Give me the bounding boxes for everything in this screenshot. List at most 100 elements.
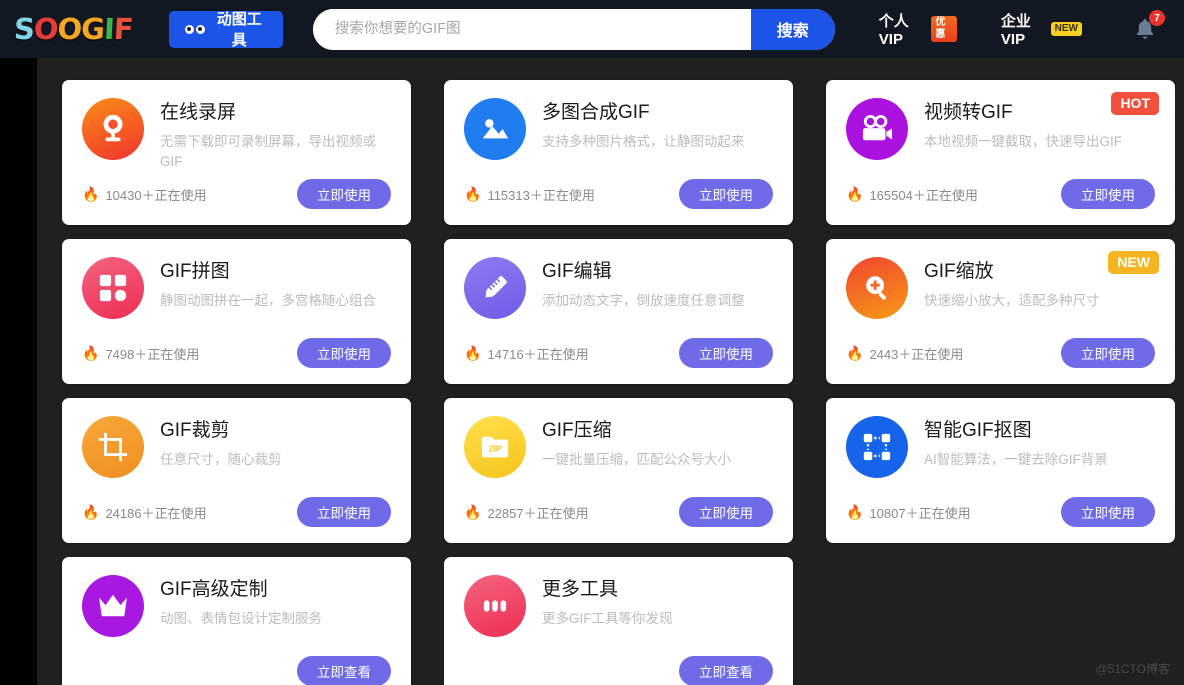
eyes-icon xyxy=(184,24,205,34)
use-now-button[interactable]: 立即使用 xyxy=(1061,497,1155,527)
tool-desc: 任意尺寸，随心裁剪 xyxy=(160,452,282,467)
tool-title: GIF高级定制 xyxy=(160,579,268,600)
tool-title: GIF拼图 xyxy=(160,261,230,282)
usage-count: 🔥 10807＋正在使用 xyxy=(846,503,971,522)
usage-text: 2443＋正在使用 xyxy=(869,346,964,362)
nav-enterprise-vip[interactable]: 企业VIP NEW xyxy=(1001,10,1082,48)
usage-text: 7498＋正在使用 xyxy=(105,346,200,362)
usage-count: 🔥 14716＋正在使用 xyxy=(464,344,589,363)
fire-icon: 🔥 xyxy=(464,345,482,361)
use-now-button[interactable]: 立即使用 xyxy=(679,179,773,209)
use-now-button[interactable]: 立即使用 xyxy=(679,497,773,527)
tool-card[interactable]: GIF拼图 静图动图拼在一起，多宫格随心组合 🔥 7498＋正在使用 立即使用 xyxy=(62,239,411,384)
logo-letter-2: O xyxy=(32,11,59,47)
tool-desc: 无需下载即可录制屏幕，导出视频或GIF xyxy=(160,134,376,169)
use-now-button[interactable]: 立即使用 xyxy=(1061,179,1155,209)
tool-desc: 支持多种图片格式，让静图动起来 xyxy=(542,134,745,149)
crown-icon xyxy=(82,575,144,637)
tool-card[interactable]: GIF裁剪 任意尺寸，随心裁剪 🔥 24186＋正在使用 立即使用 xyxy=(62,398,411,543)
tool-card[interactable]: ZIP GIF压缩 一键批量压缩，匹配公众号大小 🔥 22857＋正在使用 立即… xyxy=(444,398,793,543)
usage-text: 22857＋正在使用 xyxy=(487,505,589,521)
use-now-button[interactable]: 立即使用 xyxy=(297,497,391,527)
fire-icon: 🔥 xyxy=(846,186,864,202)
usage-count: 🔥 2443＋正在使用 xyxy=(846,344,963,363)
tool-title: 多图合成GIF xyxy=(542,102,650,123)
search-bar: 搜索 xyxy=(312,8,835,50)
header-nav-right: 个人VIP 优惠 企业VIP NEW 7 xyxy=(835,10,1184,48)
svg-text:ZIP: ZIP xyxy=(488,444,501,454)
view-now-button[interactable]: 立即查看 xyxy=(679,656,773,685)
use-now-button[interactable]: 立即使用 xyxy=(297,338,391,368)
crop-icon xyxy=(82,416,144,478)
fire-icon: 🔥 xyxy=(82,345,100,361)
tool-card[interactable]: 在线录屏 无需下载即可录制屏幕，导出视频或GIF 🔥 10430＋正在使用 立即… xyxy=(62,80,411,225)
logo-letter-4: G xyxy=(80,11,106,47)
logo-letter-1: S xyxy=(12,11,35,47)
search-input[interactable] xyxy=(312,8,751,50)
tool-desc: 更多GIF工具等你发现 xyxy=(542,611,673,626)
fire-icon: 🔥 xyxy=(846,504,864,520)
tool-card[interactable]: NEW GIF缩放 快速缩小放大，适配多种尺寸 🔥 2443＋正在使用 立即使用 xyxy=(826,239,1175,384)
usage-count: 🔥 22857＋正在使用 xyxy=(464,503,589,522)
watermark: @51CTO博客 xyxy=(1095,662,1170,676)
fire-icon: 🔥 xyxy=(82,504,100,520)
tool-desc: 快速缩小放大，适配多种尺寸 xyxy=(924,293,1100,308)
tool-desc: 静图动图拼在一起，多宫格随心组合 xyxy=(160,293,376,308)
tool-title: GIF编辑 xyxy=(542,261,612,282)
fire-icon: 🔥 xyxy=(464,504,482,520)
usage-count: 🔥 24186＋正在使用 xyxy=(82,503,207,522)
use-now-button[interactable]: 立即使用 xyxy=(1061,338,1155,368)
usage-text: 24186＋正在使用 xyxy=(105,505,207,521)
usage-count: 🔥 165504＋正在使用 xyxy=(846,185,978,204)
usage-text: 10807＋正在使用 xyxy=(869,505,971,521)
fire-icon: 🔥 xyxy=(82,186,100,202)
usage-count: 🔥 7498＋正在使用 xyxy=(82,344,199,363)
nav-enterprise-vip-badge: NEW xyxy=(1050,22,1082,36)
nav-enterprise-vip-label: 企业VIP xyxy=(1000,13,1031,48)
tool-desc: 添加动态文字，倒放速度任意调整 xyxy=(542,293,745,308)
logo-letter-3: O xyxy=(56,11,83,47)
tool-card[interactable]: 智能GIF抠图 AI智能算法，一键去除GIF背景 🔥 10807＋正在使用 立即… xyxy=(826,398,1175,543)
site-header: SOOGIF 动图工具 搜索 个人VIP 优惠 企业VIP NEW xyxy=(0,0,1184,58)
nav-personal-vip[interactable]: 个人VIP 优惠 xyxy=(879,10,957,48)
usage-text: 115313＋正在使用 xyxy=(487,187,595,203)
tool-desc: 一键批量压缩，匹配公众号大小 xyxy=(542,452,731,467)
cutout-selection-icon xyxy=(846,416,908,478)
tool-card[interactable]: 多图合成GIF 支持多种图片格式，让静图动起来 🔥 115313＋正在使用 立即… xyxy=(444,80,793,225)
use-now-button[interactable]: 立即使用 xyxy=(679,338,773,368)
video-camera-icon xyxy=(846,98,908,160)
tool-title: 更多工具 xyxy=(542,579,619,600)
view-now-button[interactable]: 立即查看 xyxy=(297,656,391,685)
usage-text: 165504＋正在使用 xyxy=(869,187,978,203)
animation-tools-button[interactable]: 动图工具 xyxy=(168,10,283,49)
webcam-icon xyxy=(82,98,144,160)
usage-text: 14716＋正在使用 xyxy=(487,346,589,362)
usage-count: 🔥 115313＋正在使用 xyxy=(464,185,595,204)
nav-personal-vip-badge: 优惠 xyxy=(931,16,957,42)
pencil-ruler-icon xyxy=(464,257,526,319)
fire-icon: 🔥 xyxy=(464,186,482,202)
animation-tools-label: 动图工具 xyxy=(216,11,262,49)
tool-card[interactable]: GIF编辑 添加动态文字，倒放速度任意调整 🔥 14716＋正在使用 立即使用 xyxy=(444,239,793,384)
image-icon xyxy=(464,98,526,160)
tool-title: 智能GIF抠图 xyxy=(924,420,1032,441)
tool-card[interactable]: GIF高级定制 动图、表情包设计定制服务 立即查看 xyxy=(62,557,411,685)
fire-icon: 🔥 xyxy=(846,345,864,361)
notification-button[interactable]: 7 xyxy=(1134,10,1165,41)
search-button[interactable]: 搜索 xyxy=(750,8,835,50)
tool-title: GIF裁剪 xyxy=(160,420,230,441)
zip-folder-icon: ZIP xyxy=(464,416,526,478)
tool-desc: AI智能算法，一键去除GIF背景 xyxy=(924,452,1108,467)
more-bars-icon xyxy=(464,575,526,637)
magnifier-plus-icon xyxy=(846,257,908,319)
tool-desc: 动图、表情包设计定制服务 xyxy=(160,611,322,626)
soogif-logo[interactable]: SOOGIF xyxy=(12,11,134,47)
nav-personal-vip-label: 个人VIP xyxy=(878,13,909,48)
tools-content-area: 在线录屏 无需下载即可录制屏幕，导出视频或GIF 🔥 10430＋正在使用 立即… xyxy=(37,58,1184,685)
use-now-button[interactable]: 立即使用 xyxy=(297,179,391,209)
tool-card[interactable]: 更多工具 更多GIF工具等你发现 立即查看 xyxy=(444,557,793,685)
logo-letter-6: F xyxy=(112,11,134,47)
new-badge: NEW xyxy=(1108,251,1159,274)
tool-card[interactable]: HOT 视频转GIF 本地视频一键截取，快速导出GIF 🔥 165504＋正在使… xyxy=(826,80,1175,225)
tool-title: 在线录屏 xyxy=(160,102,237,123)
